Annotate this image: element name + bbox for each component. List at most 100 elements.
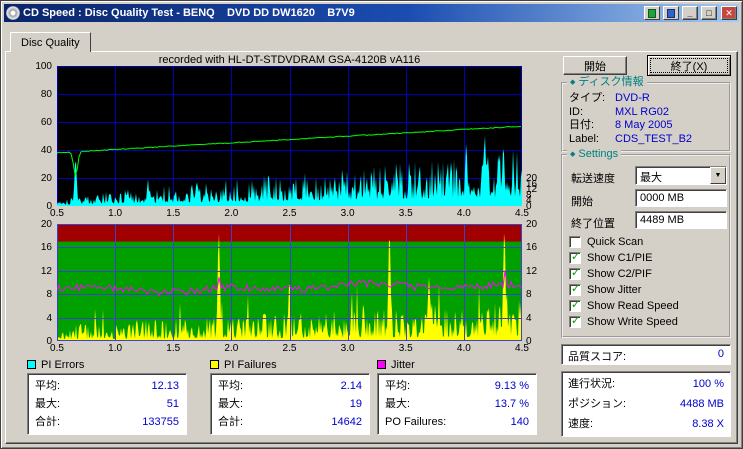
checkbox-box[interactable]: ✓ (569, 299, 581, 312)
stat-value: 19 (349, 398, 362, 410)
disc-info-group-title: ◆ ディスク情報 (567, 76, 647, 89)
end-position-field[interactable]: 4489 MB (635, 211, 727, 229)
x-axis-tick-label: 4.0 (456, 208, 471, 219)
y-axis-tick-label: 12 (40, 265, 52, 277)
exit-button[interactable]: 終了(X) (647, 55, 731, 76)
legend-area: PI Errors 平均: 12.13 最大: 51 合計: 133755 PI Failur… (6, 358, 551, 442)
legend-header: PI Errors (27, 358, 187, 371)
legend-title: PI Failures (224, 358, 277, 371)
x-axis-tick-label: 2.0 (224, 208, 239, 219)
checkbox-box[interactable]: ✓ (569, 283, 581, 296)
status-row: 進行状況: 100 % (568, 374, 724, 394)
stat-value: 14642 (331, 416, 362, 428)
start-position-label: 開始 (571, 196, 593, 208)
titlebar-icon-green[interactable] (644, 6, 660, 20)
stat-value: 2.14 (340, 380, 362, 392)
settings-title-text: Settings (578, 148, 619, 160)
x-axis-tick-label: 3.5 (398, 343, 413, 354)
legend-header: Jitter (377, 358, 537, 371)
disc-info-label: 日付: (569, 119, 595, 131)
y-axis-tick-label: 16 (40, 242, 52, 254)
checkbox-box[interactable]: ✓ (569, 251, 581, 264)
start-position-field[interactable]: 0000 MB (635, 189, 727, 207)
legend-group-pi-errors: PI Errors 平均: 12.13 最大: 51 合計: 133755 (27, 358, 187, 435)
disc-info-row: Label: CDS_TEST_B2 (563, 133, 729, 147)
stat-label: 最大: (218, 398, 244, 410)
y-axis-tick-label-right: 4 (526, 312, 532, 324)
checkbox-box[interactable]: ✓ (569, 315, 581, 328)
check-icon: ✓ (571, 283, 581, 295)
checkbox-show-jitter[interactable]: ✓ Show Jitter (569, 282, 725, 298)
status-value: 100 % (692, 378, 724, 390)
status-row: 速度: 8.38 X (568, 414, 724, 434)
disc-info-value: 8 May 2005 (615, 119, 673, 131)
pi-failures-jitter-chart: 20 16 12 8 4 0 20 16 12 8 4 0 0.5 1.0 1.5 2.0 2.5 3.0 3.5 4… (21, 220, 551, 360)
y-axis-tick-label: 4 (46, 312, 52, 324)
checkbox-show-c2-pif[interactable]: ✓ Show C2/PIF (569, 266, 725, 282)
disc-info-label: タイプ: (569, 92, 606, 104)
stat-row: 最大: 19 (218, 395, 362, 413)
titlebar[interactable]: CD Speed : Disc Quality Test - BENQ DVD … (4, 4, 739, 22)
settings-group: ◆ Settings 転送速度 最大 ▼ 開始 0000 MB 終了位置 448… (561, 148, 731, 338)
stat-row: 最大: 13.7 % (385, 395, 529, 413)
disc-info-row: タイプ: DVD-R (563, 92, 729, 106)
disc-info-value: DVD-R (615, 92, 650, 104)
status-value: 4488 MB (679, 398, 724, 410)
x-axis-tick-label: 1.0 (108, 208, 123, 219)
pi-errors-swatch-icon (27, 360, 36, 369)
checkbox-label: Show Read Speed (587, 300, 679, 312)
disc-info-row: 日付: 8 May 2005 (563, 119, 729, 133)
legend-group-pi-failures: PI Failures 平均: 2.14 最大: 19 合計: 14642 (210, 358, 370, 435)
stat-label: 平均: (35, 380, 61, 392)
legend-stats-box: 平均: 2.14 最大: 19 合計: 14642 (210, 373, 370, 435)
checkbox-show-write-speed[interactable]: ✓ Show Write Speed (569, 314, 725, 330)
x-axis-tick-label: 2.0 (224, 343, 239, 354)
stat-row: 平均: 12.13 (35, 377, 179, 395)
transfer-speed-value: 最大 (640, 172, 662, 184)
minimize-button[interactable]: _ (682, 6, 698, 20)
window-title: CD Speed : Disc Quality Test - BENQ DVD … (23, 7, 355, 19)
x-axis-tick-label: 4.5 (515, 208, 529, 219)
status-panel: 進行状況: 100 % ポジション: 4488 MB 速度: 8.38 X (561, 371, 731, 437)
check-icon: ✓ (571, 251, 581, 263)
checkbox-label: Quick Scan (587, 236, 644, 248)
start-button[interactable]: 開始 (563, 56, 627, 75)
close-button[interactable]: ✕ (721, 6, 737, 20)
app-window: CD Speed : Disc Quality Test - BENQ DVD … (0, 0, 743, 449)
checkbox-box[interactable] (569, 236, 581, 248)
checkbox-box[interactable]: ✓ (569, 267, 581, 280)
checkbox-show-read-speed[interactable]: ✓ Show Read Speed (569, 298, 725, 314)
x-axis-tick-label: 3.0 (340, 343, 355, 354)
checkbox-show-c1-pie[interactable]: ✓ Show C1/PIE (569, 250, 725, 266)
y-axis-tick-label: 20 (40, 219, 52, 230)
chevron-down-icon[interactable]: ▼ (710, 167, 726, 184)
x-axis-tick-label: 0.5 (50, 208, 64, 219)
end-position-label: 終了位置 (571, 218, 615, 230)
green-glyph-icon (648, 8, 656, 18)
status-value: 8.38 X (692, 418, 724, 430)
x-axis-tick-label: 3.0 (340, 208, 355, 219)
check-icon: ✓ (571, 315, 581, 327)
checkbox-label: Show Jitter (587, 284, 642, 296)
group-marker-icon: ◆ (570, 79, 576, 86)
checkbox-label: Show C1/PIE (587, 252, 653, 264)
maximize-button[interactable]: □ (701, 6, 717, 20)
x-axis-tick-label: 4.0 (456, 343, 471, 354)
quality-scan-top-plot (57, 66, 522, 206)
stat-label: 最大: (385, 398, 411, 410)
check-icon: ✓ (571, 299, 581, 311)
x-axis-tick-label: 3.5 (398, 208, 413, 219)
check-icon: ✓ (571, 267, 581, 279)
y-axis-tick-label: 100 (35, 61, 52, 72)
stat-label: 合計: (35, 416, 61, 428)
checkbox-quick-scan[interactable]: Quick Scan (569, 234, 725, 250)
legend-title: PI Errors (41, 358, 85, 371)
stat-value: 13.7 % (494, 398, 529, 410)
legend-group-jitter: Jitter 平均: 9.13 % 最大: 13.7 % PO Failures: 140 (377, 358, 537, 435)
transfer-speed-select[interactable]: 最大 ▼ (635, 166, 727, 185)
x-axis-tick-label: 1.5 (166, 208, 181, 219)
pi-failures-swatch-icon (210, 360, 219, 369)
stat-row: PO Failures: 140 (385, 413, 529, 431)
tab-disc-quality[interactable]: Disc Quality (10, 32, 91, 52)
titlebar-icon-blue[interactable] (663, 6, 679, 20)
